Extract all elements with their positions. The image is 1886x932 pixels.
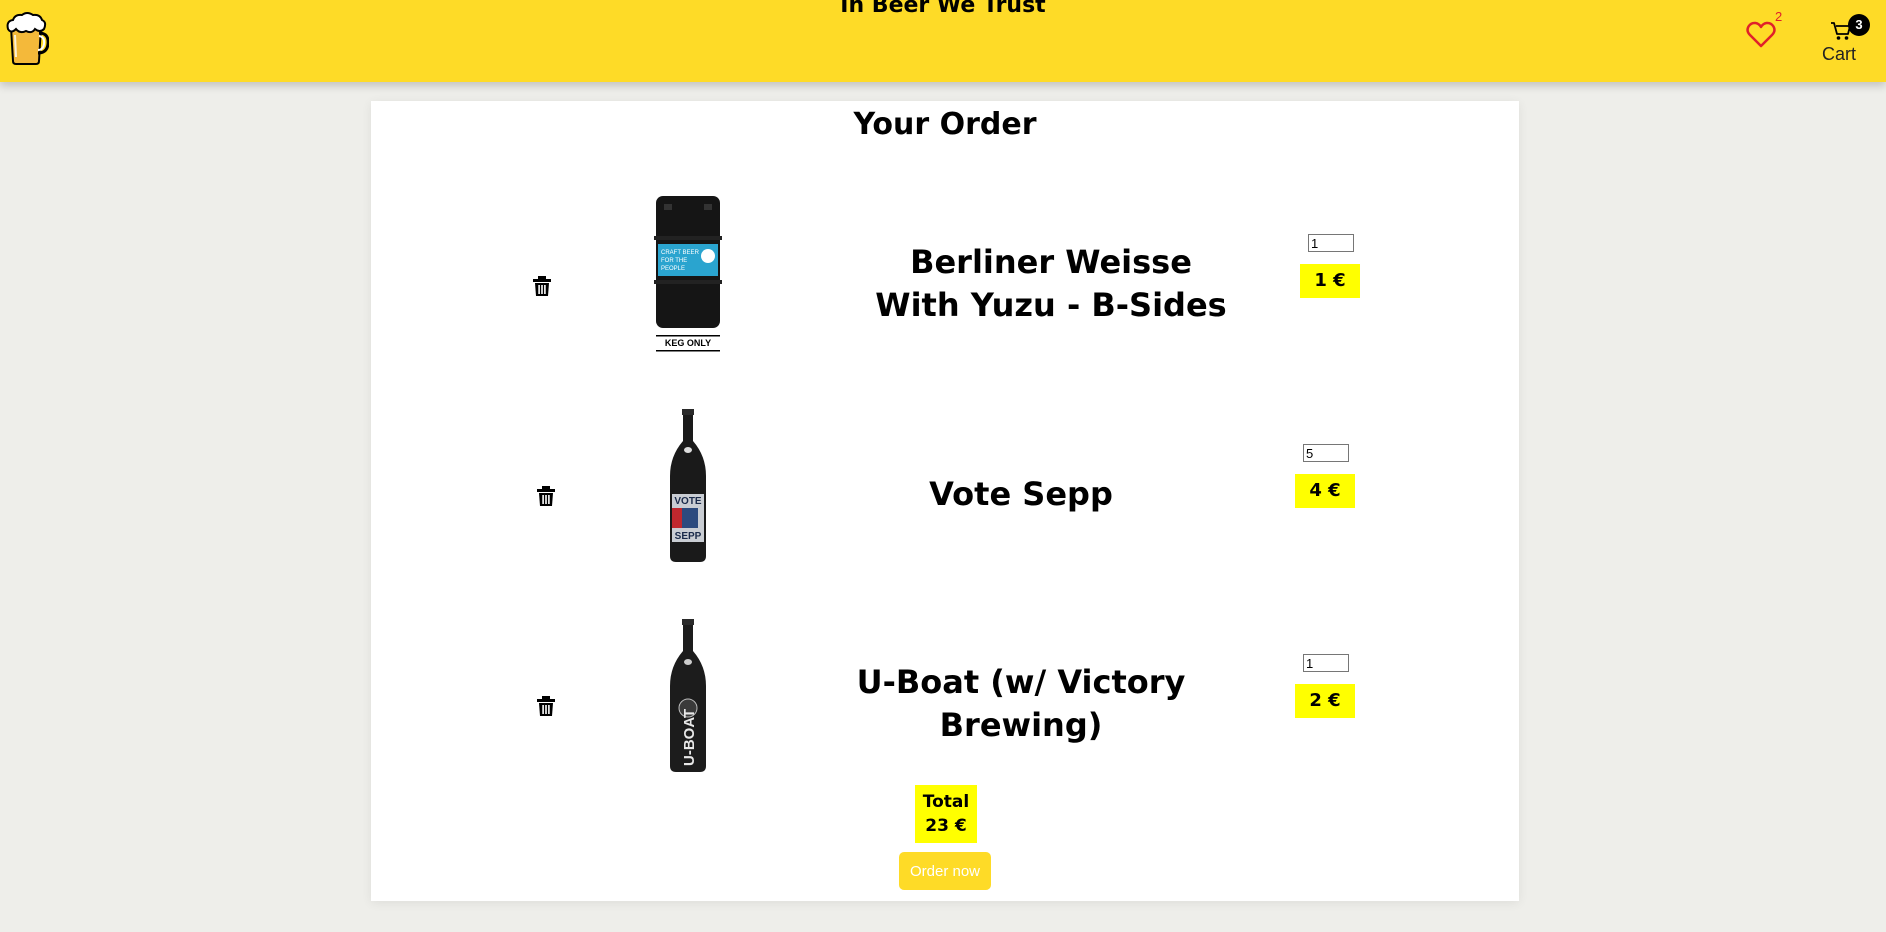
- item-price: 2 €: [1295, 684, 1355, 718]
- bottle-image: U-BOAT: [670, 619, 706, 772]
- keg-label: KEG ONLY: [665, 338, 711, 348]
- cart-button[interactable]: 3 Cart: [1820, 14, 1870, 70]
- quantity-input[interactable]: [1303, 444, 1349, 462]
- order-item: CRAFT BEER FOR THE PEOPLE KEG ONLY Berli…: [371, 186, 1519, 396]
- bottle-image: VOTE SEPP: [670, 409, 706, 562]
- keg-badge-line2: FOR THE: [661, 258, 687, 264]
- site-title: In Beer We Trust: [840, 0, 1046, 18]
- keg-badge-line3: PEOPLE: [661, 266, 685, 272]
- page-title: Your Order: [853, 107, 1037, 142]
- total-value: 23 €: [925, 816, 967, 836]
- trash-icon[interactable]: [536, 695, 556, 717]
- quantity-input[interactable]: [1308, 234, 1354, 252]
- order-panel: Your Order CRAFT BEER FOR THE PEOPLE KEG…: [371, 101, 1519, 901]
- order-item: VOTE SEPP Vote Sepp 4 €: [371, 396, 1519, 606]
- trash-icon[interactable]: [536, 485, 556, 507]
- order-total: Total 23 €: [915, 785, 977, 843]
- order-now-button[interactable]: Order now: [899, 852, 991, 890]
- cart-count-badge: 3: [1848, 14, 1870, 36]
- keg-badge-line1: CRAFT BEER: [661, 250, 700, 256]
- bottle-label-top: U-BOAT: [681, 709, 698, 766]
- keg-image: CRAFT BEER FOR THE PEOPLE KEG ONLY: [654, 196, 722, 352]
- quantity-input[interactable]: [1303, 654, 1349, 672]
- item-name: Berliner Weisse With Yuzu - B-Sides: [875, 243, 1227, 324]
- heart-icon[interactable]: [1746, 20, 1776, 50]
- item-price: 4 €: [1295, 474, 1355, 508]
- favorites-count: 2: [1775, 9, 1783, 24]
- cart-label: Cart: [1822, 44, 1857, 64]
- trash-icon[interactable]: [532, 275, 552, 297]
- item-name: Vote Sepp: [929, 474, 1113, 513]
- site-header: In Beer We Trust 2 3 Cart: [0, 0, 1886, 82]
- item-name: U-Boat (w/ Victory Brewing): [856, 663, 1186, 744]
- bottle-label-bottom: SEPP: [675, 531, 702, 542]
- total-label: Total: [922, 792, 970, 812]
- item-price: 1 €: [1300, 264, 1360, 298]
- bottle-label-top: VOTE: [674, 496, 702, 507]
